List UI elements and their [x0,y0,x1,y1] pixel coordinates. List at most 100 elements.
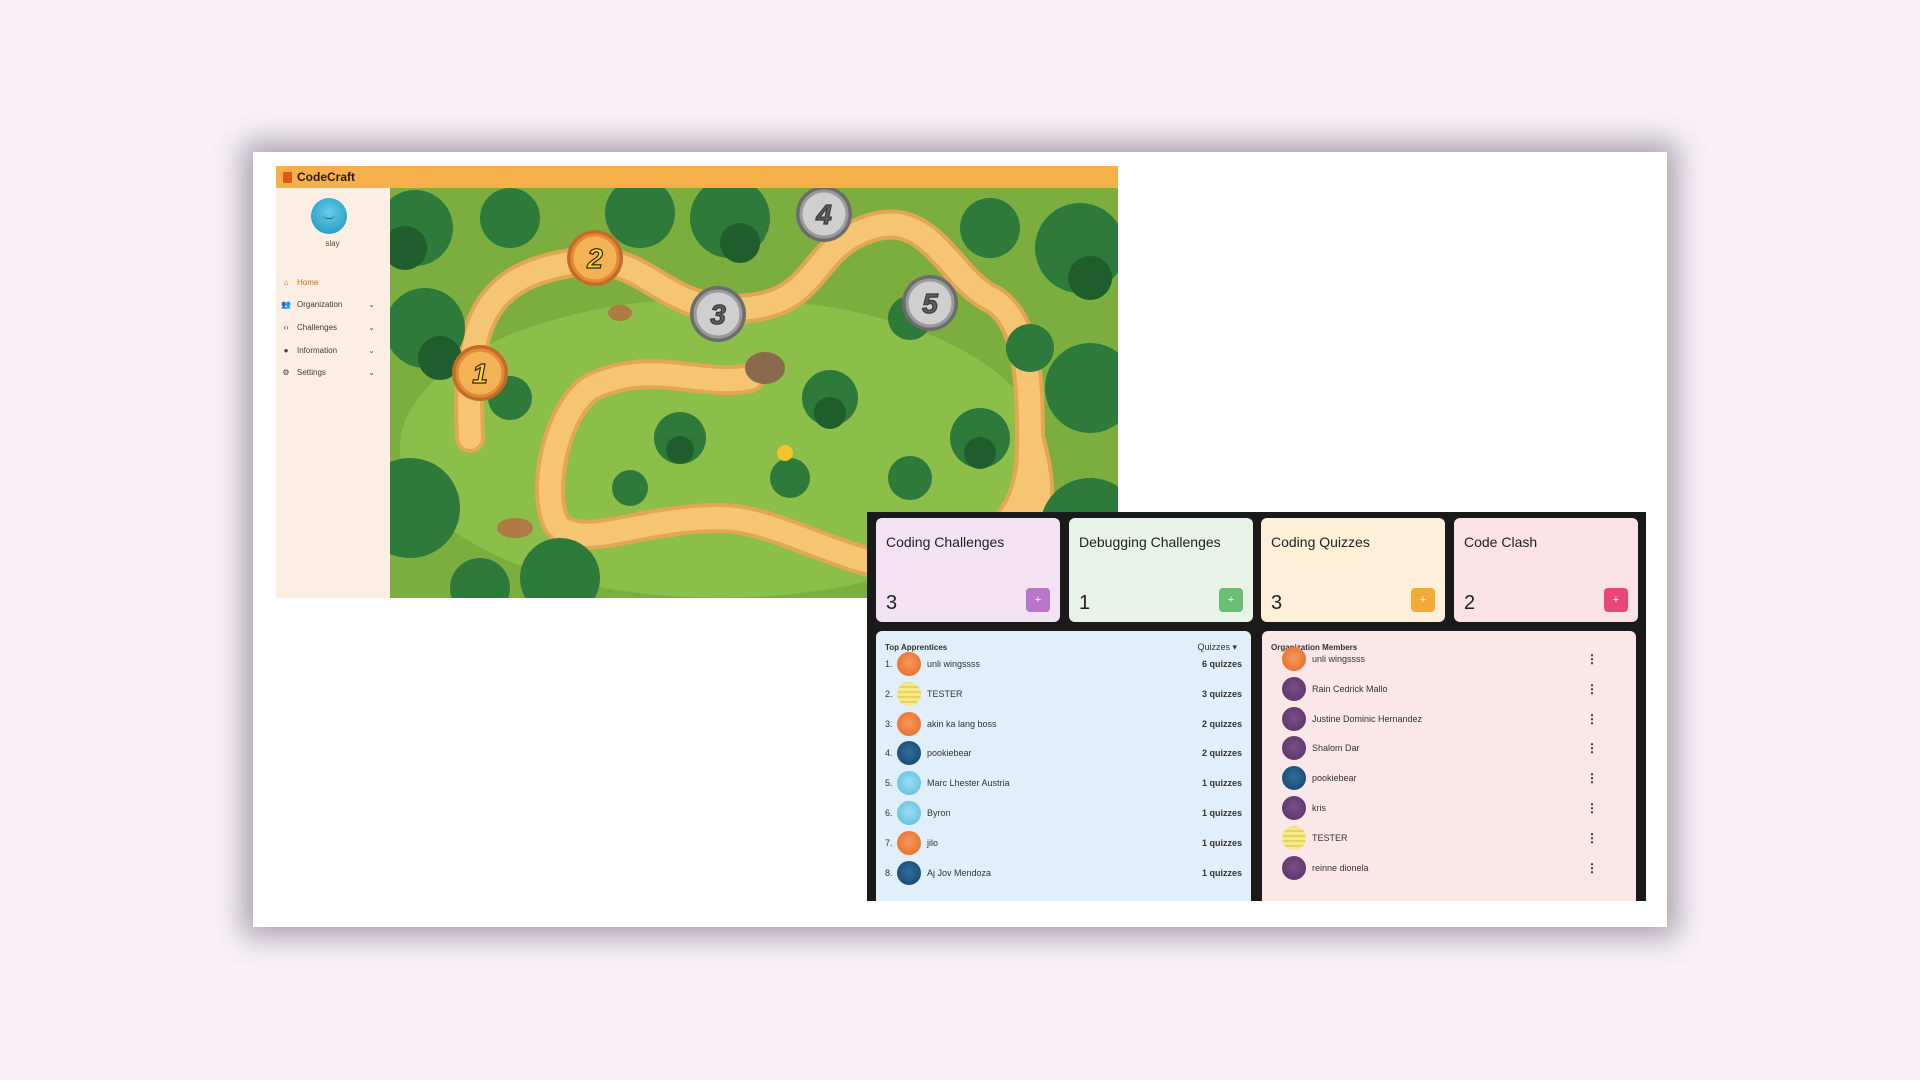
avatar [1282,647,1306,671]
avatar [1282,676,1306,701]
apprentice-row[interactable]: 6. Byron 1 quizzes [885,801,1242,825]
member-row[interactable]: Shalom Dar ⋮ [1282,736,1598,761]
avatar [897,741,921,766]
level-2-node[interactable]: 2 [567,230,623,286]
organization-members-panel: Organization Members unli wingssss ⋮ Rain … [1262,631,1636,901]
member-name: Rain Cedrick Mallo [1312,683,1388,694]
info-icon: ● [283,345,289,355]
more-options-icon[interactable]: ⋮ [1586,652,1598,666]
dashboard-panel: Coding Challenges 3 + Debugging Challenges 1… [867,512,1646,901]
code-clash-card[interactable]: Code Clash 2 + [1454,518,1638,622]
avatar [897,771,921,796]
rank: 4. [885,748,893,759]
apprentice-row[interactable]: 5. Marc Lhester Austria 1 quizzes [885,771,1242,796]
people-icon: 👥 [281,300,291,310]
chevron-down-icon: ⌄ [368,300,375,310]
apprentice-row[interactable]: 2. TESTER 3 quizzes [885,681,1242,706]
avatar [1282,736,1306,761]
avatar [897,681,921,706]
member-row[interactable]: Justine Dominic Hernandez ⋮ [1282,706,1598,731]
apprentice-row[interactable]: 8. Aj Jov Mendoza 1 quizzes [885,860,1242,885]
apprentice-name: Byron [927,808,951,818]
level-number: 5 [922,288,938,319]
card-title: Coding Challenges [886,534,1005,550]
sidebar-item-label: Challenges [297,322,338,332]
member-row[interactable]: pookiebear ⋮ [1282,766,1598,791]
code-icon: ‹› [283,322,289,332]
apprentice-row[interactable]: 7. jilo 1 quizzes [885,830,1242,855]
apprentice-row[interactable]: 1. unli wingssss 6 quizzes [885,652,1242,676]
app-title: CodeCraft [297,170,356,184]
level-5-node[interactable]: 5 [902,275,958,331]
app-topbar: CodeCraft [276,166,1118,188]
quiz-count: 6 quizzes [1201,659,1242,669]
coding-challenges-card[interactable]: Coding Challenges 3 + [876,518,1060,622]
sidebar-item-information[interactable]: ● Information ⌄ [276,339,389,362]
sidebar-item-label: Settings [297,368,326,378]
member-row[interactable]: kris ⋮ [1282,796,1598,820]
sidebar: slay ⌂ Home 👥 Organization ⌄ ‹› Challenges ⌄ ● In… [276,188,389,598]
avatar [1282,706,1306,731]
apprentice-name: Marc Lhester Austria [927,778,1010,789]
quiz-count: 3 quizzes [1201,688,1242,699]
coding-quizzes-card[interactable]: Coding Quizzes 3 + [1261,518,1445,622]
filter-label: Quizzes [1197,642,1230,652]
debugging-challenges-card[interactable]: Debugging Challenges 1 + [1069,518,1253,622]
card-count: 3 [1271,592,1283,614]
member-name: Justine Dominic Hernandez [1312,713,1423,724]
more-options-icon[interactable]: ⋮ [1586,831,1598,845]
level-1-node[interactable]: 1 [452,345,508,401]
more-options-icon[interactable]: ⋮ [1586,712,1598,726]
sidebar-item-home[interactable]: ⌂ Home [276,271,389,294]
card-title: Code Clash [1464,534,1538,550]
card-count: 1 [1079,592,1091,614]
apprentice-row[interactable]: 3. akin ka lang boss 2 quizzes [885,711,1242,736]
apprentice-row[interactable]: 4. pookiebear 2 quizzes [885,741,1242,766]
level-number: 1 [472,358,488,389]
member-row[interactable]: Rain Cedrick Mallo ⋮ [1282,676,1598,701]
chevron-down-icon: ⌄ [368,368,375,378]
avatar [1282,796,1306,820]
card-count: 3 [886,592,898,614]
more-options-icon[interactable]: ⋮ [1586,861,1598,875]
caret-down-icon: ▾ [1232,642,1237,652]
quiz-count: 1 quizzes [1201,808,1242,818]
more-options-icon[interactable]: ⋮ [1586,801,1598,815]
sidebar-item-challenges[interactable]: ‹› Challenges ⌄ [276,316,389,339]
rank: 1. [885,659,893,669]
member-row[interactable]: unli wingssss ⋮ [1282,647,1598,671]
add-button[interactable]: + [1219,588,1243,612]
avatar [1282,855,1306,880]
member-name: TESTER [1312,832,1348,843]
card-title: Debugging Challenges [1079,534,1221,550]
add-button[interactable]: + [1604,588,1628,612]
apprentice-name: unli wingssss [927,659,981,669]
more-options-icon[interactable]: ⋮ [1586,771,1598,785]
rank: 3. [885,718,893,729]
sidebar-item-settings[interactable]: ⚙ Settings ⌄ [276,361,389,384]
avatar [897,652,921,676]
sidebar-item-label: Organization [297,300,343,310]
sidebar-item-organization[interactable]: 👥 Organization ⌄ [276,294,389,317]
member-name: Shalom Dar [1312,743,1360,754]
member-name: pookiebear [1312,773,1357,784]
card-count: 2 [1464,592,1476,614]
member-row[interactable]: TESTER ⋮ [1282,825,1598,850]
apprentice-name: akin ka lang boss [927,718,997,729]
rank: 8. [885,867,893,878]
user-avatar[interactable] [311,198,347,234]
avatar [897,711,921,736]
member-row[interactable]: reinne dionela ⋮ [1282,855,1598,880]
avatar [897,801,921,825]
quiz-count: 2 quizzes [1201,748,1242,759]
add-button[interactable]: + [1411,588,1435,612]
level-3-node[interactable]: 3 [690,286,746,342]
more-options-icon[interactable]: ⋮ [1586,682,1598,696]
more-options-icon[interactable]: ⋮ [1586,741,1598,755]
quiz-count: 2 quizzes [1201,718,1242,729]
quiz-count: 1 quizzes [1201,778,1242,789]
level-4-node[interactable]: 4 [796,188,852,242]
chevron-down-icon: ⌄ [368,322,375,332]
level-number: 4 [815,199,832,230]
add-button[interactable]: + [1026,588,1050,612]
